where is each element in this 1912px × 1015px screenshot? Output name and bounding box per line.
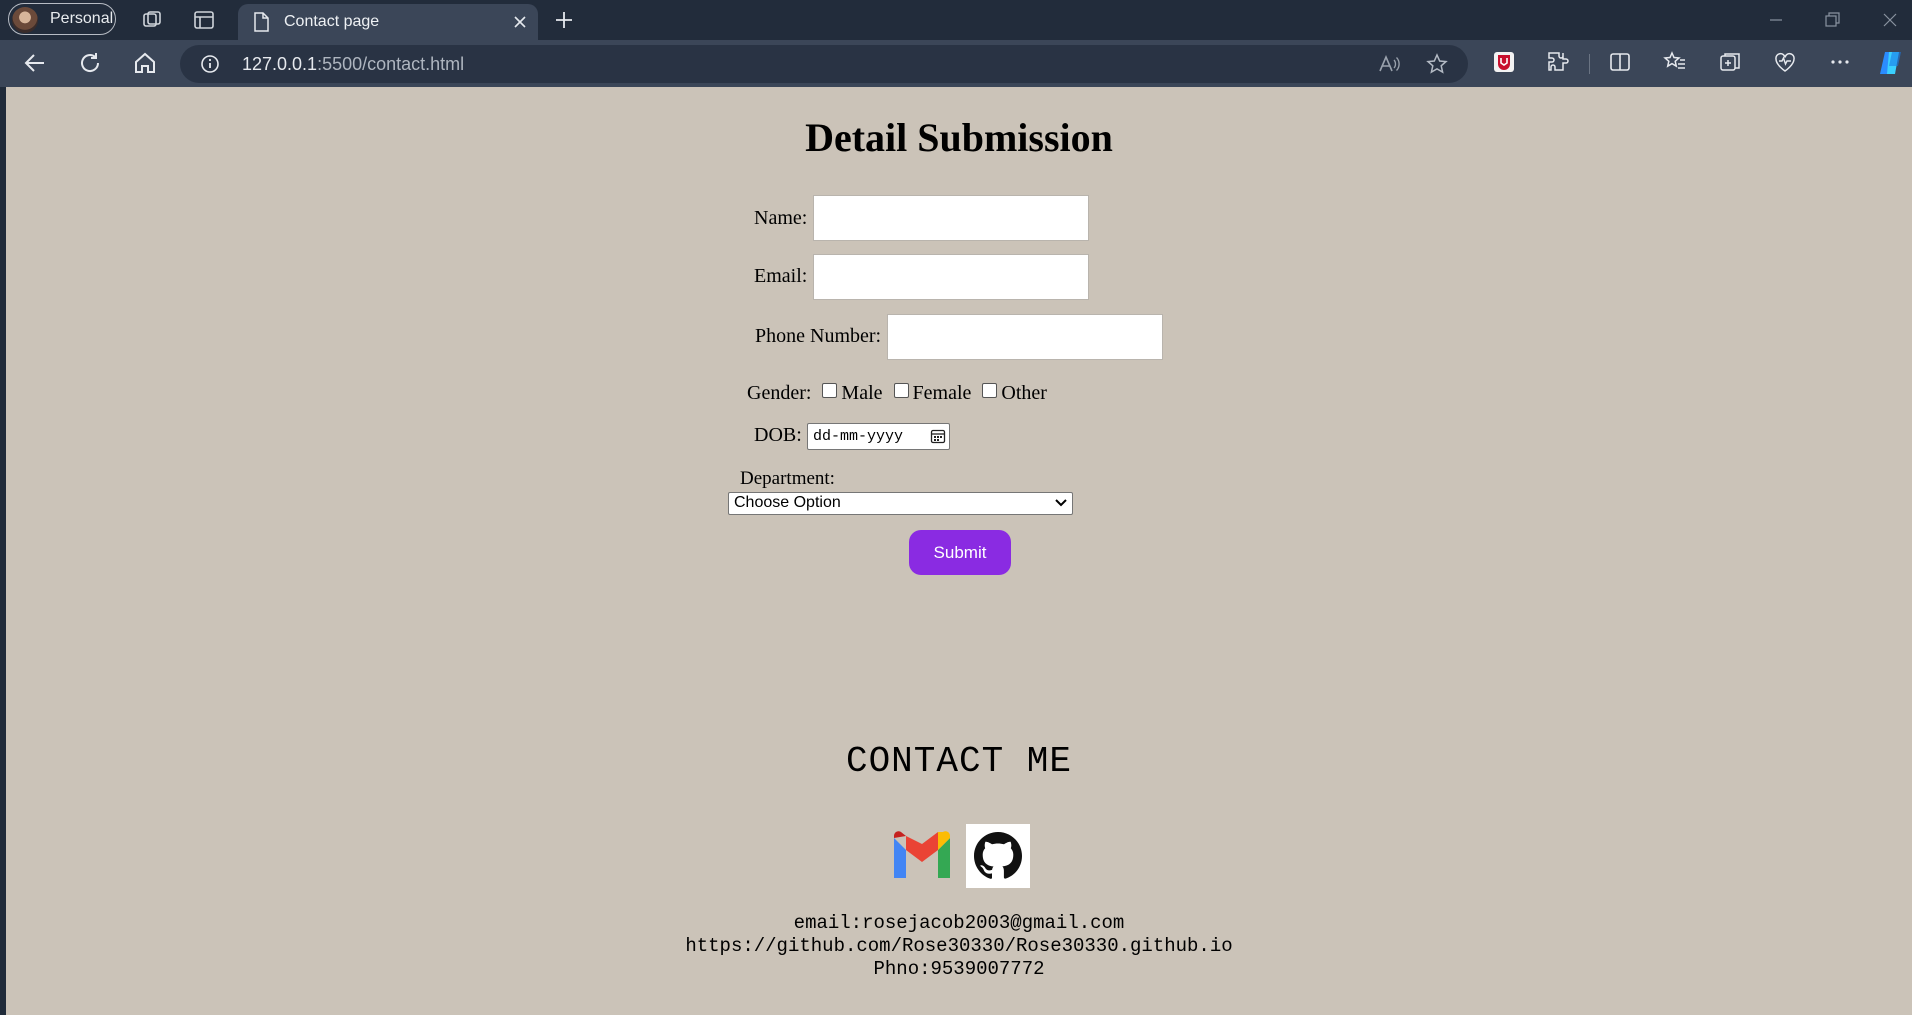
new-tab-icon[interactable] [552,8,576,32]
contact-me-heading: CONTACT ME [845,741,1073,782]
browser-title-bar: Personal Contact page [0,0,1912,40]
home-icon[interactable] [132,50,158,76]
extensions-icon[interactable] [1546,50,1570,74]
toolbar-divider [1589,54,1590,74]
url-text: 127.0.0.1:5500/contact.html [242,54,464,75]
github-icon[interactable] [966,824,1030,888]
department-select[interactable]: Choose Option [728,492,1073,515]
address-bar[interactable]: 127.0.0.1:5500/contact.html [180,45,1468,83]
name-input[interactable] [813,195,1089,241]
tab-title: Contact page [284,13,380,30]
department-label: Department: [740,468,835,489]
browser-essentials-icon[interactable] [1773,50,1797,74]
minimize-icon[interactable] [1766,10,1786,30]
phone-label: Phone Number: [755,325,882,347]
workspaces-icon[interactable] [140,8,164,32]
split-screen-icon[interactable] [1608,50,1632,74]
profile-label: Personal [50,10,114,27]
female-label: Female [912,382,972,404]
gmail-icon[interactable] [890,824,954,888]
contact-github-url: https://github.com/Rose30330/Rose30330.g… [685,935,1233,957]
copilot-icon[interactable] [1876,48,1906,78]
github-link[interactable] [966,824,1030,888]
female-checkbox[interactable] [893,383,909,398]
contact-email: email:rosejacob2003@gmail.com [793,912,1125,934]
email-input[interactable] [813,254,1089,300]
collections-icon[interactable] [1718,50,1742,74]
dob-label: DOB: [754,424,802,446]
phone-input[interactable] [887,314,1163,360]
more-options-icon[interactable] [1828,50,1852,74]
profile-avatar [12,7,38,33]
gender-row: Gender: Male Female Other [747,382,1047,405]
other-checkbox[interactable] [982,383,998,398]
url-path: :5500/contact.html [317,54,465,74]
favorites-icon[interactable] [1663,50,1687,74]
submit-button[interactable]: Submit [909,530,1011,575]
close-tab-icon[interactable] [512,14,528,30]
other-label: Other [1001,382,1047,404]
mcafee-extension-icon[interactable] [1492,50,1516,74]
gender-option-male[interactable]: Male [822,382,883,404]
tab-actions-icon[interactable] [192,8,216,32]
gender-label: Gender: [747,382,812,404]
web-page: Detail Submission Name: Email: Phone Num… [6,87,1912,1015]
dob-placeholder: dd-mm-yyyy [813,428,904,445]
page-title: Detail Submission [805,115,1113,160]
read-aloud-icon[interactable] [1378,54,1400,74]
dob-date-input[interactable]: dd-mm-yyyy [807,423,950,450]
gender-option-other[interactable]: Other [982,382,1047,404]
close-window-icon[interactable] [1880,10,1900,30]
browser-toolbar: 127.0.0.1:5500/contact.html [0,40,1912,87]
name-label: Name: [754,207,808,229]
back-icon[interactable] [22,50,48,76]
gender-option-female[interactable]: Female [893,382,972,404]
page-icon [254,12,269,32]
refresh-icon[interactable] [77,50,103,76]
male-label: Male [841,382,883,404]
tab-contact-page[interactable]: Contact page [238,4,538,40]
site-info-icon[interactable] [200,54,220,74]
profile-button[interactable]: Personal [8,3,116,35]
url-host: 127.0.0.1 [242,54,318,74]
contact-phone: Phno:9539007772 [873,958,1045,980]
calendar-icon[interactable] [930,428,946,444]
restore-icon[interactable] [1822,10,1842,30]
email-label: Email: [754,265,808,287]
male-checkbox[interactable] [822,383,838,398]
favorite-star-icon[interactable] [1426,53,1448,75]
department-selected-value: Choose Option [734,494,841,511]
chevron-down-icon [1055,499,1067,507]
